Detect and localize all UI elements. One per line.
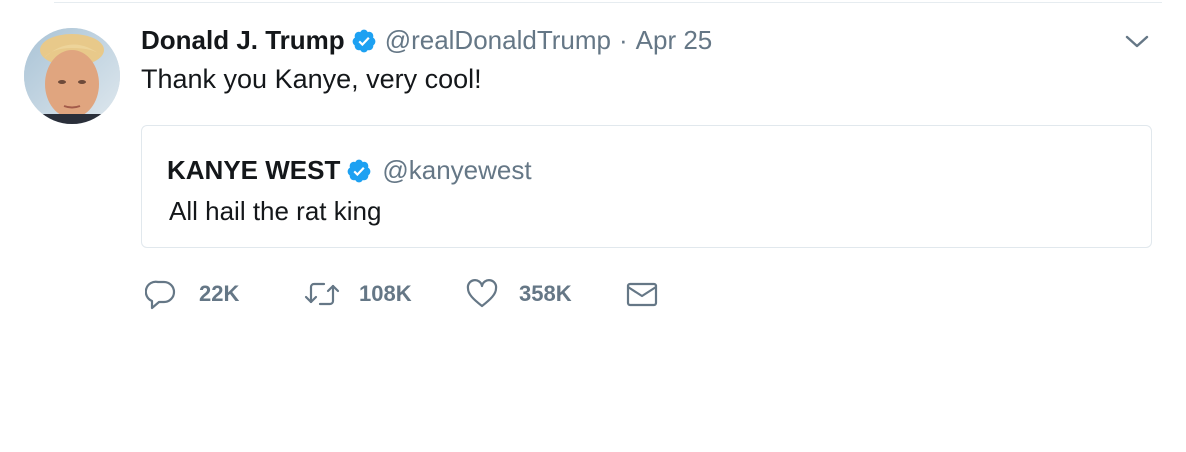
verified-badge-icon xyxy=(351,28,377,54)
tweet-text: Thank you Kanye, very cool! xyxy=(141,64,482,94)
top-divider xyxy=(54,2,1162,3)
verified-badge-icon xyxy=(346,158,372,184)
display-name[interactable]: Donald J. Trump xyxy=(141,25,345,56)
chevron-down-icon[interactable] xyxy=(1124,32,1150,52)
retweet-button[interactable]: 108K xyxy=(303,276,412,312)
quoted-tweet[interactable]: KANYE WEST @kanyewest All hail the rat k… xyxy=(141,125,1152,248)
quoted-tweet-header: KANYE WEST @kanyewest xyxy=(167,155,532,186)
retweet-icon xyxy=(303,278,341,310)
heart-icon xyxy=(465,278,499,310)
envelope-icon xyxy=(625,278,659,310)
tweet-header: Donald J. Trump @realDonaldTrump · Apr 2… xyxy=(141,25,712,56)
quoted-tweet-text: All hail the rat king xyxy=(169,196,382,226)
timestamp[interactable]: Apr 25 xyxy=(636,25,713,56)
avatar-image xyxy=(24,28,120,124)
handle[interactable]: @realDonaldTrump xyxy=(385,25,611,56)
reply-icon xyxy=(145,278,177,310)
like-count: 358K xyxy=(519,281,572,306)
like-button[interactable]: 358K xyxy=(465,276,572,312)
tweet-actions: 22K 108K 358K xyxy=(145,276,745,312)
avatar[interactable] xyxy=(24,28,120,124)
reply-count: 22K xyxy=(199,281,240,306)
reply-button[interactable]: 22K xyxy=(145,276,239,312)
direct-message-button[interactable] xyxy=(625,276,659,312)
retweet-count: 108K xyxy=(359,281,412,306)
quoted-display-name: KANYE WEST xyxy=(167,155,341,185)
quoted-handle: @kanyewest xyxy=(382,155,532,185)
separator-dot: · xyxy=(618,25,628,55)
